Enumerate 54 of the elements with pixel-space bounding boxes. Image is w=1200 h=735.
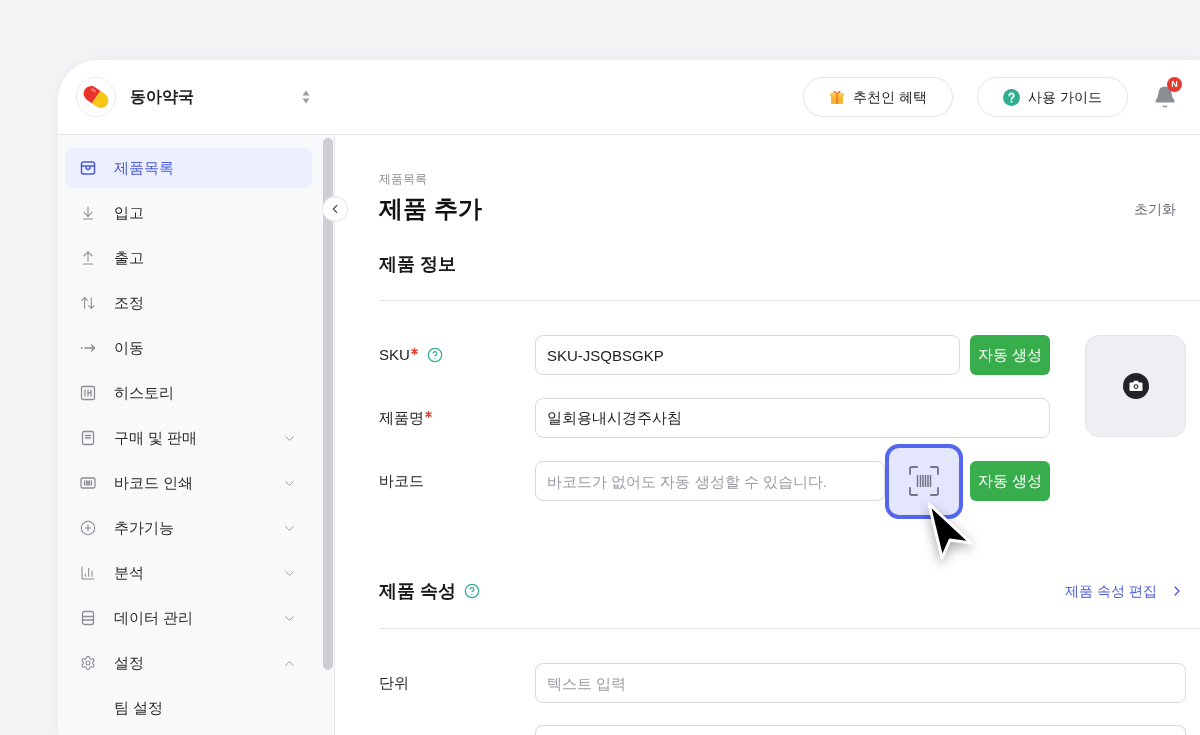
- gift-icon: [829, 89, 846, 105]
- help-icon: [1003, 88, 1021, 106]
- scrollbar[interactable]: [323, 138, 333, 670]
- help-icon[interactable]: [464, 583, 480, 599]
- field-label: SKU: [379, 344, 410, 365]
- edit-attributes-link[interactable]: 제품 속성 편집: [1065, 580, 1185, 602]
- plus-circle-icon: [80, 520, 96, 536]
- store-name: 동아약국: [130, 87, 194, 107]
- sidebar-item[interactable]: 입고: [65, 193, 312, 233]
- notification-badge: N: [1167, 77, 1182, 92]
- barcode-icon: [80, 475, 96, 491]
- reset-button[interactable]: 초기화: [1134, 198, 1176, 220]
- help-icon[interactable]: [426, 347, 443, 363]
- up-down-arrows-icon: [80, 295, 96, 311]
- section-title: 제품 속성: [379, 580, 456, 603]
- text-input[interactable]: 일회용내시경주사침: [535, 398, 1050, 438]
- field-label: 제품명: [379, 407, 424, 428]
- field-label: 바코드: [379, 470, 424, 491]
- page-title: 제품 추가: [379, 194, 482, 224]
- field-label: 단위: [379, 674, 409, 691]
- sidebar-item[interactable]: 구매 및 판매: [65, 418, 312, 458]
- user-guide-button[interactable]: 사용 가이드: [977, 77, 1128, 117]
- text-input[interactable]: SKU-JSQBSGKP: [535, 335, 960, 375]
- sidebar-subitem[interactable]: 팀 설정: [65, 688, 312, 728]
- box-icon: [80, 160, 96, 176]
- photo-upload-button[interactable]: [1085, 335, 1186, 437]
- breadcrumb[interactable]: 제품목록: [379, 171, 427, 187]
- sort-arrows-icon[interactable]: [302, 90, 310, 104]
- store-logo-icon: [76, 77, 116, 117]
- text-input[interactable]: 텍스트 입력: [535, 663, 1186, 703]
- sidebar-item[interactable]: 히스토리: [65, 373, 312, 413]
- referral-benefit-button[interactable]: 추천인 혜택: [803, 77, 954, 117]
- sidebar-item[interactable]: 제품목록: [65, 148, 312, 188]
- barcode-scan-icon: [909, 466, 939, 496]
- document-icon: [80, 430, 96, 446]
- text-input[interactable]: [535, 725, 1186, 735]
- notification-bell-icon[interactable]: [1153, 85, 1177, 109]
- sidebar-item[interactable]: 분석: [65, 553, 312, 593]
- square-chart-icon: [80, 385, 96, 401]
- bar-chart-icon: [80, 565, 96, 581]
- settings-icon: [80, 655, 96, 671]
- sidebar-item[interactable]: 출고: [65, 238, 312, 278]
- sidebar-item[interactable]: 조정: [65, 283, 312, 323]
- sidebar-item[interactable]: 추가기능: [65, 508, 312, 548]
- collapse-sidebar-button[interactable]: [322, 196, 348, 222]
- rows-icon: [80, 610, 96, 626]
- sidebar-item[interactable]: 설정: [65, 643, 312, 683]
- barcode-input[interactable]: 바코드가 없어도 자동 생성할 수 있습니다.: [535, 461, 885, 501]
- camera-icon: [1122, 373, 1149, 399]
- section-title: 제품 정보: [379, 253, 456, 276]
- sidebar-item[interactable]: 이동: [65, 328, 312, 368]
- sidebar-item[interactable]: 데이터 관리: [65, 598, 312, 638]
- arrow-down-icon: [80, 205, 96, 221]
- sidebar-item[interactable]: 바코드 인쇄: [65, 463, 312, 503]
